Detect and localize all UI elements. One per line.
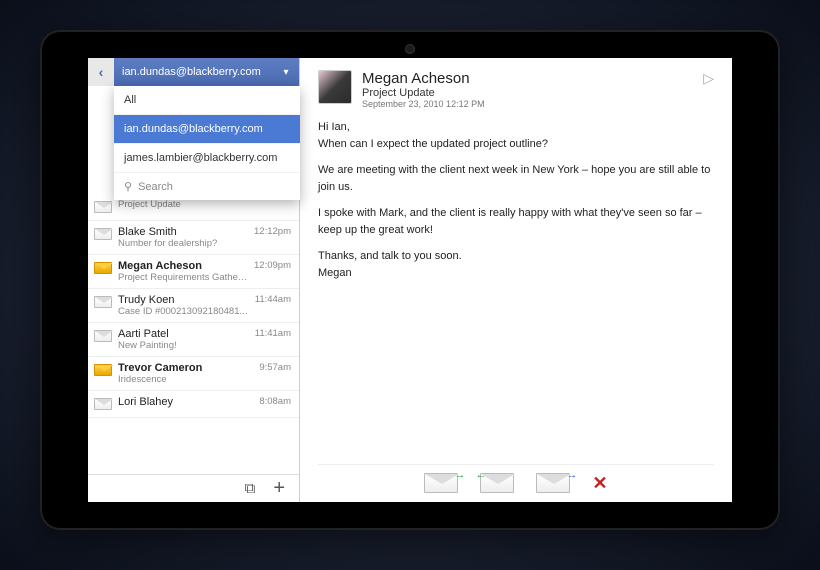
reader-actions: → ← → ✕ bbox=[318, 464, 714, 502]
sidebar: ‹ ian.dundas@blackberry.com ▾ All ian.du… bbox=[88, 58, 300, 502]
body-line: I spoke with Mark, and the client is rea… bbox=[318, 205, 714, 238]
envelope-unread-icon bbox=[94, 262, 112, 276]
delete-button[interactable]: ✕ bbox=[592, 473, 607, 494]
camera-dot bbox=[405, 44, 415, 54]
message-time: 11:44am bbox=[255, 294, 291, 305]
account-dropdown-toggle[interactable]: ▾ bbox=[273, 58, 299, 86]
dropdown-search[interactable]: ⚲ Search bbox=[114, 173, 300, 200]
body-line: When can I expect the updated project ou… bbox=[318, 136, 714, 153]
list-item[interactable]: Trudy Koen Case ID #00021309218048111 Ta… bbox=[88, 289, 299, 323]
body-line: Hi Ian, bbox=[318, 119, 714, 136]
envelope-unread-icon bbox=[94, 364, 112, 378]
message-time: 12:12pm bbox=[254, 226, 291, 237]
arrow-left-icon: ← bbox=[475, 469, 486, 481]
close-icon: ✕ bbox=[592, 473, 607, 493]
compose-button[interactable]: + bbox=[273, 477, 285, 500]
account-label[interactable]: ian.dundas@blackberry.com bbox=[114, 66, 273, 78]
body-line: Megan bbox=[318, 265, 714, 282]
reader-date: September 23, 2010 12:12 PM bbox=[362, 99, 693, 109]
body-line: We are meeting with the client next week… bbox=[318, 162, 714, 195]
copy-icon[interactable]: ⧉ bbox=[245, 480, 256, 497]
chevron-left-icon: ‹ bbox=[99, 64, 104, 80]
body-line: Thanks, and talk to you soon. bbox=[318, 248, 714, 265]
flag-button[interactable]: ▷ bbox=[703, 70, 714, 87]
sidebar-toolbar: ⧉ + bbox=[88, 474, 299, 502]
account-dropdown: All ian.dundas@blackberry.com james.lamb… bbox=[114, 86, 300, 200]
flag-icon: ▷ bbox=[703, 70, 714, 86]
list-item[interactable]: Lori Blahey 8:08am bbox=[88, 391, 299, 418]
dropdown-item-ian[interactable]: ian.dundas@blackberry.com bbox=[114, 115, 300, 144]
reader-subject: Project Update bbox=[362, 87, 693, 99]
dropdown-item-all[interactable]: All bbox=[114, 86, 300, 115]
message-subject: Case ID #00021309218048111 Tagged bbox=[118, 306, 249, 317]
back-button[interactable]: ‹ bbox=[88, 58, 114, 86]
envelope-icon bbox=[536, 473, 570, 493]
envelope-icon bbox=[94, 296, 112, 310]
message-subject: New Painting! bbox=[118, 340, 249, 351]
tablet-frame: ‹ ian.dundas@blackberry.com ▾ All ian.du… bbox=[40, 30, 780, 530]
message-subject: Number for dealership? bbox=[118, 238, 248, 249]
search-label: Search bbox=[138, 181, 173, 193]
envelope-icon bbox=[94, 228, 112, 242]
message-time: 8:08am bbox=[259, 396, 291, 407]
reader-body: Hi Ian, When can I expect the updated pr… bbox=[318, 119, 714, 464]
account-bar: ‹ ian.dundas@blackberry.com ▾ bbox=[88, 58, 299, 86]
list-item[interactable]: Megan Acheson Project Requirements Gathe… bbox=[88, 255, 299, 289]
envelope-icon bbox=[94, 398, 112, 412]
message-subject: Iridescence bbox=[118, 374, 253, 385]
message-time: 11:41am bbox=[255, 328, 291, 339]
dropdown-item-james[interactable]: james.lambier@blackberry.com bbox=[114, 144, 300, 173]
reader-from: Megan Acheson bbox=[362, 70, 693, 87]
message-from: Trudy Koen bbox=[118, 294, 249, 306]
arrow-right-icon: → bbox=[454, 469, 465, 481]
avatar bbox=[318, 70, 352, 104]
message-from: Megan Acheson bbox=[118, 260, 248, 272]
message-from: Lori Blahey bbox=[118, 396, 253, 408]
message-time: 12:09pm bbox=[254, 260, 291, 271]
reply-button[interactable]: → bbox=[424, 473, 460, 495]
envelope-icon bbox=[424, 473, 458, 493]
forward-button[interactable]: → bbox=[536, 473, 572, 495]
message-time: 9:57am bbox=[259, 362, 291, 373]
list-item[interactable]: Aarti Patel New Painting! 11:41am bbox=[88, 323, 299, 357]
message-subject: Project Update bbox=[118, 199, 285, 210]
reader-pane: Megan Acheson Project Update September 2… bbox=[300, 58, 732, 502]
search-icon: ⚲ bbox=[124, 180, 132, 193]
message-from: Aarti Patel bbox=[118, 328, 249, 340]
list-item[interactable]: Trevor Cameron Iridescence 9:57am bbox=[88, 357, 299, 391]
arrow-right-icon: → bbox=[566, 469, 577, 481]
envelope-icon bbox=[94, 330, 112, 344]
message-from: Trevor Cameron bbox=[118, 362, 253, 374]
message-subject: Project Requirements Gathering bbox=[118, 272, 248, 283]
message-from: Blake Smith bbox=[118, 226, 248, 238]
reader-header: Megan Acheson Project Update September 2… bbox=[318, 70, 714, 119]
screen: ‹ ian.dundas@blackberry.com ▾ All ian.du… bbox=[88, 58, 732, 502]
list-item[interactable]: Blake Smith Number for dealership? 12:12… bbox=[88, 221, 299, 255]
chevron-down-icon: ▾ bbox=[283, 67, 288, 78]
envelope-icon bbox=[94, 201, 112, 215]
reply-all-button[interactable]: ← bbox=[480, 473, 516, 495]
